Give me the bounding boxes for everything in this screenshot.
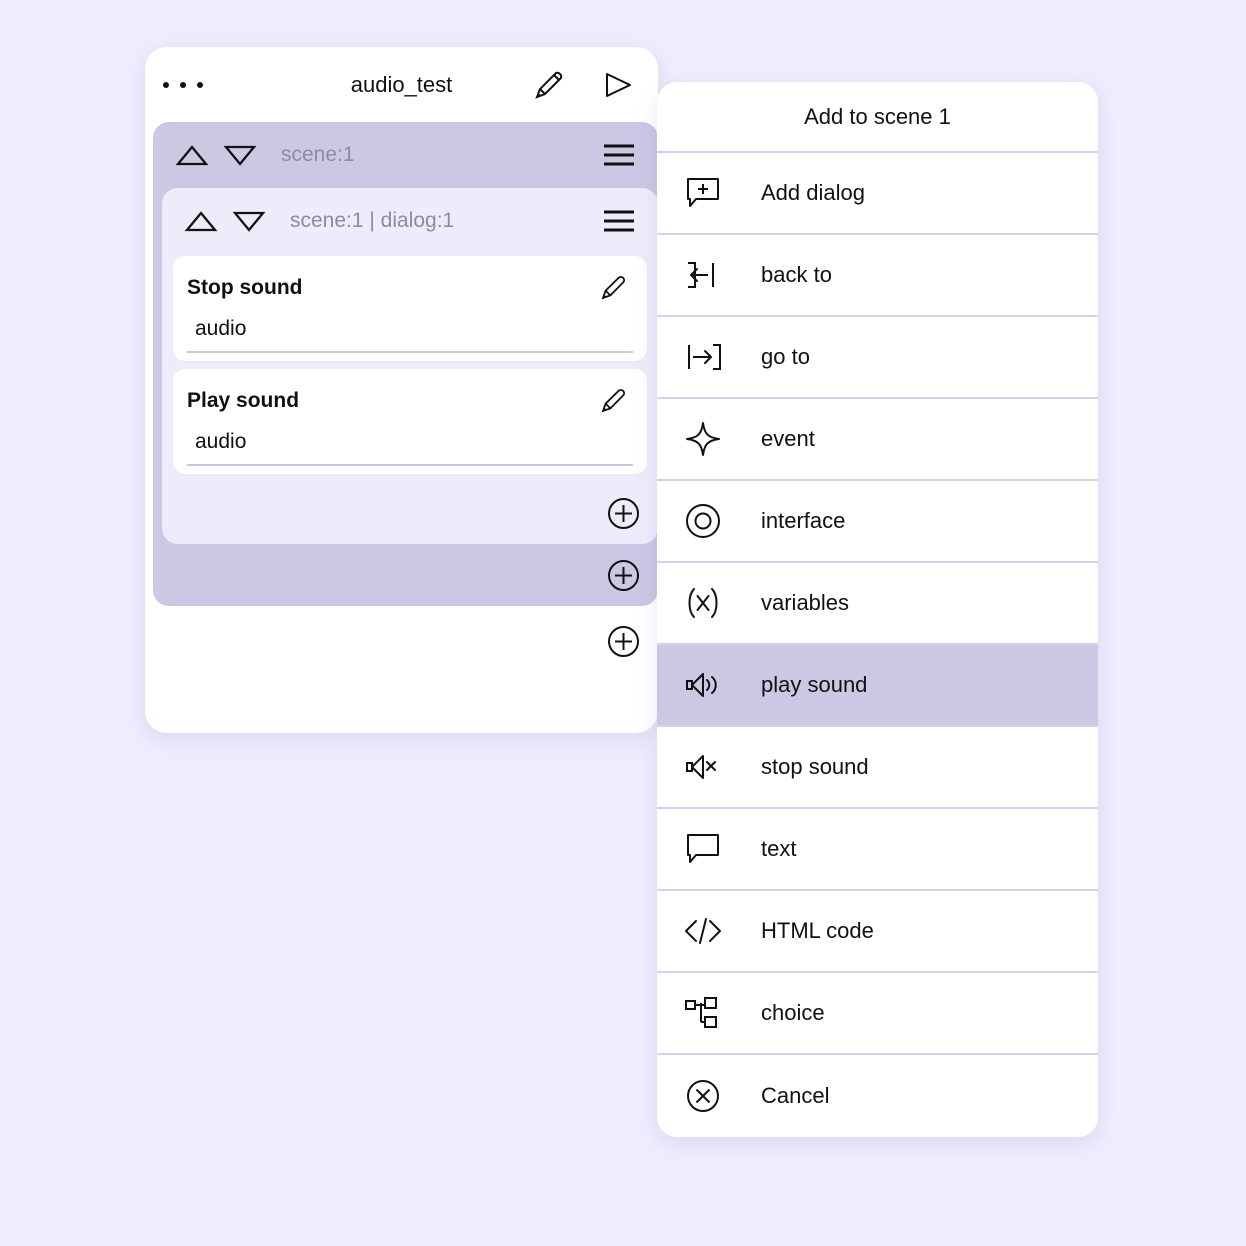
menu-item-label: variables: [761, 590, 850, 615]
menu-item-label: go to: [761, 344, 810, 369]
menu-header: Add to scene 1: [657, 82, 1098, 153]
code-brackets-icon: [683, 911, 727, 951]
command-card[interactable]: Stop sound audio: [173, 256, 647, 361]
scene-container: scene:1 scene:1 | dialog:1 Stop sound au…: [153, 122, 658, 606]
menu-item-html-code[interactable]: HTML code: [657, 891, 1098, 973]
dialog-row-label: scene:1 | dialog:1: [290, 209, 455, 232]
menu-item-label: text: [761, 836, 797, 861]
menu-item-label: stop sound: [761, 754, 869, 779]
menu-item-label: interface: [761, 508, 846, 533]
menu-item-label: choice: [761, 1000, 825, 1025]
scene-row-label: scene:1: [281, 143, 355, 166]
more-dots-icon[interactable]: [163, 81, 203, 88]
menu-item-label: Add dialog: [761, 180, 865, 205]
dialog-move-arrows: [184, 209, 266, 233]
menu-item-add-dialog[interactable]: Add dialog: [657, 153, 1098, 235]
card-header: Stop sound: [173, 272, 647, 303]
triangle-down-icon[interactable]: [223, 143, 257, 167]
hamburger-icon[interactable]: [602, 142, 636, 168]
circle-target-icon: [683, 501, 727, 541]
editor-titlebar: audio_test: [145, 47, 658, 122]
menu-item-cancel[interactable]: Cancel: [657, 1055, 1098, 1137]
command-card-list: Stop sound audio Play sound audio: [162, 256, 658, 474]
speaker-mute-icon: [683, 747, 727, 787]
menu-item-event[interactable]: event: [657, 399, 1098, 481]
titlebar-actions: [530, 66, 636, 104]
speaker-play-icon: [683, 665, 727, 705]
menu-item-stop-sound[interactable]: stop sound: [657, 727, 1098, 809]
variable-x-icon: [683, 583, 727, 623]
sound-field[interactable]: audio: [187, 430, 633, 466]
hamburger-icon[interactable]: [602, 208, 636, 234]
branch-nodes-icon: [683, 993, 727, 1033]
menu-item-text[interactable]: text: [657, 809, 1098, 891]
pencil-icon[interactable]: [598, 272, 629, 303]
card-title: Stop sound: [187, 275, 303, 299]
menu-item-variables[interactable]: variables: [657, 563, 1098, 645]
plus-circle-icon[interactable]: [607, 625, 640, 658]
card-title: Play sound: [187, 388, 300, 412]
sparkle-icon: [683, 419, 727, 459]
add-to-scene-row: [153, 544, 658, 606]
menu-item-choice[interactable]: choice: [657, 973, 1098, 1055]
menu-item-label: back to: [761, 262, 832, 287]
back-to-icon: [683, 255, 727, 295]
dialog-container: scene:1 | dialog:1 Stop sound audio Play…: [162, 188, 658, 544]
menu-item-label: play sound: [761, 672, 868, 697]
add-command-menu: Add to scene 1 Add dialog back to go to …: [657, 82, 1098, 1137]
pencil-icon[interactable]: [530, 66, 568, 104]
sound-field-value: audio: [195, 430, 247, 453]
add-to-dialog-row: [162, 482, 658, 544]
menu-item-interface[interactable]: interface: [657, 481, 1098, 563]
plus-circle-icon[interactable]: [607, 497, 640, 530]
sound-field-value: audio: [195, 317, 247, 340]
pencil-icon[interactable]: [598, 385, 629, 416]
scene-move-arrows: [175, 143, 257, 167]
go-to-icon: [683, 337, 727, 377]
plus-circle-icon[interactable]: [607, 559, 640, 592]
circle-x-icon: [683, 1076, 727, 1116]
card-header: Play sound: [173, 385, 647, 416]
triangle-up-icon[interactable]: [175, 143, 209, 167]
scene-row-header[interactable]: scene:1: [153, 122, 658, 188]
sound-field[interactable]: audio: [187, 317, 633, 353]
triangle-down-icon[interactable]: [232, 209, 266, 233]
menu-item-go-to[interactable]: go to: [657, 317, 1098, 399]
speech-bubble-icon: [683, 829, 727, 869]
menu-item-back-to[interactable]: back to: [657, 235, 1098, 317]
play-triangle-icon[interactable]: [598, 66, 636, 104]
dialog-row-header[interactable]: scene:1 | dialog:1: [162, 188, 658, 254]
add-to-root-row: [145, 606, 658, 676]
menu-item-play-sound[interactable]: play sound: [657, 645, 1098, 727]
app-root: audio_test scene:1 scene:1 | dialog:1 St…: [0, 0, 1246, 1246]
speech-bubble-plus-icon: [683, 173, 727, 213]
menu-item-label: HTML code: [761, 918, 874, 943]
triangle-up-icon[interactable]: [184, 209, 218, 233]
menu-item-label: Cancel: [761, 1083, 830, 1108]
command-card[interactable]: Play sound audio: [173, 369, 647, 474]
menu-item-label: event: [761, 426, 815, 451]
editor-window: audio_test scene:1 scene:1 | dialog:1 St…: [145, 47, 658, 733]
